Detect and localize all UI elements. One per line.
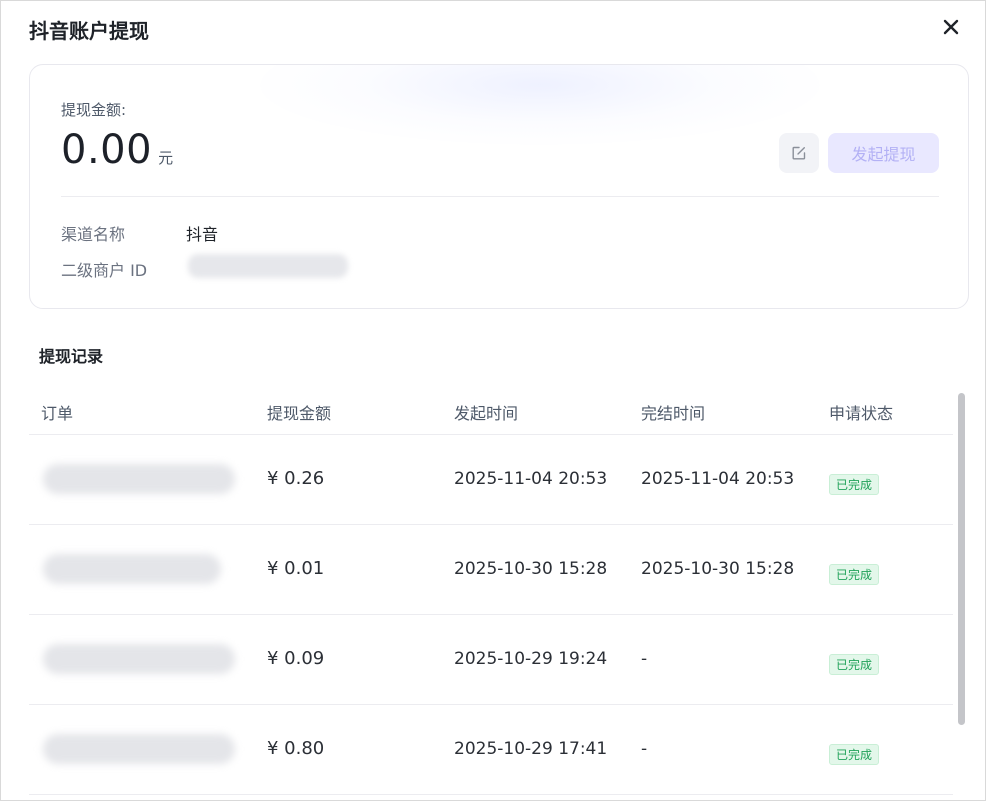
column-header-status: 申请状态 bbox=[829, 404, 894, 423]
records-table: 订单 提现金额 发起时间 完结时间 申请状态 ¥ 0.26 2025-11-04… bbox=[29, 389, 953, 795]
table-row: ¥ 0.80 2025-10-29 17:41 - 已完成 bbox=[29, 705, 953, 795]
column-header-end-time: 完结时间 bbox=[641, 404, 706, 423]
order-id-redacted bbox=[43, 554, 221, 584]
amount-value: 0.00 bbox=[61, 127, 153, 173]
table-row: ¥ 0.01 2025-10-30 15:28 2025-10-30 15:28… bbox=[29, 525, 953, 615]
withdraw-summary-card: 提现金额: 0.00 元 发起提现 渠道名称 抖音 二级商户 ID bbox=[29, 64, 969, 309]
row-end-time: 2025-10-30 15:28 bbox=[641, 559, 795, 579]
table-header: 订单 提现金额 发起时间 完结时间 申请状态 bbox=[29, 389, 953, 435]
close-button[interactable] bbox=[939, 15, 963, 39]
records-title: 提现记录 bbox=[39, 347, 104, 366]
channel-value: 抖音 bbox=[186, 225, 219, 244]
card-decoration bbox=[260, 65, 820, 145]
amount-unit: 元 bbox=[158, 149, 174, 167]
row-amount: ¥ 0.01 bbox=[267, 558, 325, 579]
order-id-redacted bbox=[43, 464, 235, 494]
dialog-title: 抖音账户提现 bbox=[29, 19, 149, 43]
order-id-redacted bbox=[43, 644, 235, 674]
close-icon bbox=[943, 19, 959, 35]
edit-amount-button[interactable] bbox=[779, 133, 819, 173]
row-amount: ¥ 0.80 bbox=[267, 738, 325, 759]
row-amount: ¥ 0.26 bbox=[267, 468, 325, 489]
row-start-time: 2025-11-04 20:53 bbox=[454, 469, 608, 489]
row-end-time: 2025-11-04 20:53 bbox=[641, 469, 795, 489]
merchant-id-value-redacted bbox=[188, 254, 348, 278]
status-badge: 已完成 bbox=[829, 654, 880, 675]
channel-label: 渠道名称 bbox=[61, 225, 126, 244]
withdraw-dialog: 抖音账户提现 提现金额: 0.00 元 发起提现 渠道名称 抖音 二级商户 ID… bbox=[0, 0, 986, 801]
merchant-id-label: 二级商户 ID bbox=[61, 261, 148, 280]
card-divider bbox=[61, 196, 939, 197]
status-badge: 已完成 bbox=[829, 474, 880, 495]
amount-row: 0.00 元 bbox=[61, 127, 173, 173]
withdraw-button[interactable]: 发起提现 bbox=[828, 133, 939, 173]
amount-label: 提现金额: bbox=[61, 101, 127, 119]
column-header-start-time: 发起时间 bbox=[454, 404, 519, 423]
status-badge: 已完成 bbox=[829, 744, 880, 765]
order-id-redacted bbox=[43, 734, 235, 764]
row-end-time: - bbox=[641, 649, 648, 669]
table-row: ¥ 0.26 2025-11-04 20:53 2025-11-04 20:53… bbox=[29, 435, 953, 525]
row-start-time: 2025-10-30 15:28 bbox=[454, 559, 608, 579]
column-header-order: 订单 bbox=[41, 404, 74, 423]
edit-icon bbox=[792, 146, 806, 160]
table-row: ¥ 0.09 2025-10-29 19:24 - 已完成 bbox=[29, 615, 953, 705]
row-start-time: 2025-10-29 19:24 bbox=[454, 649, 608, 669]
row-amount: ¥ 0.09 bbox=[267, 648, 325, 669]
status-badge: 已完成 bbox=[829, 564, 880, 585]
table-scrollbar-thumb[interactable] bbox=[958, 393, 965, 725]
column-header-amount: 提现金额 bbox=[267, 404, 332, 423]
row-end-time: - bbox=[641, 739, 648, 759]
row-start-time: 2025-10-29 17:41 bbox=[454, 739, 608, 759]
